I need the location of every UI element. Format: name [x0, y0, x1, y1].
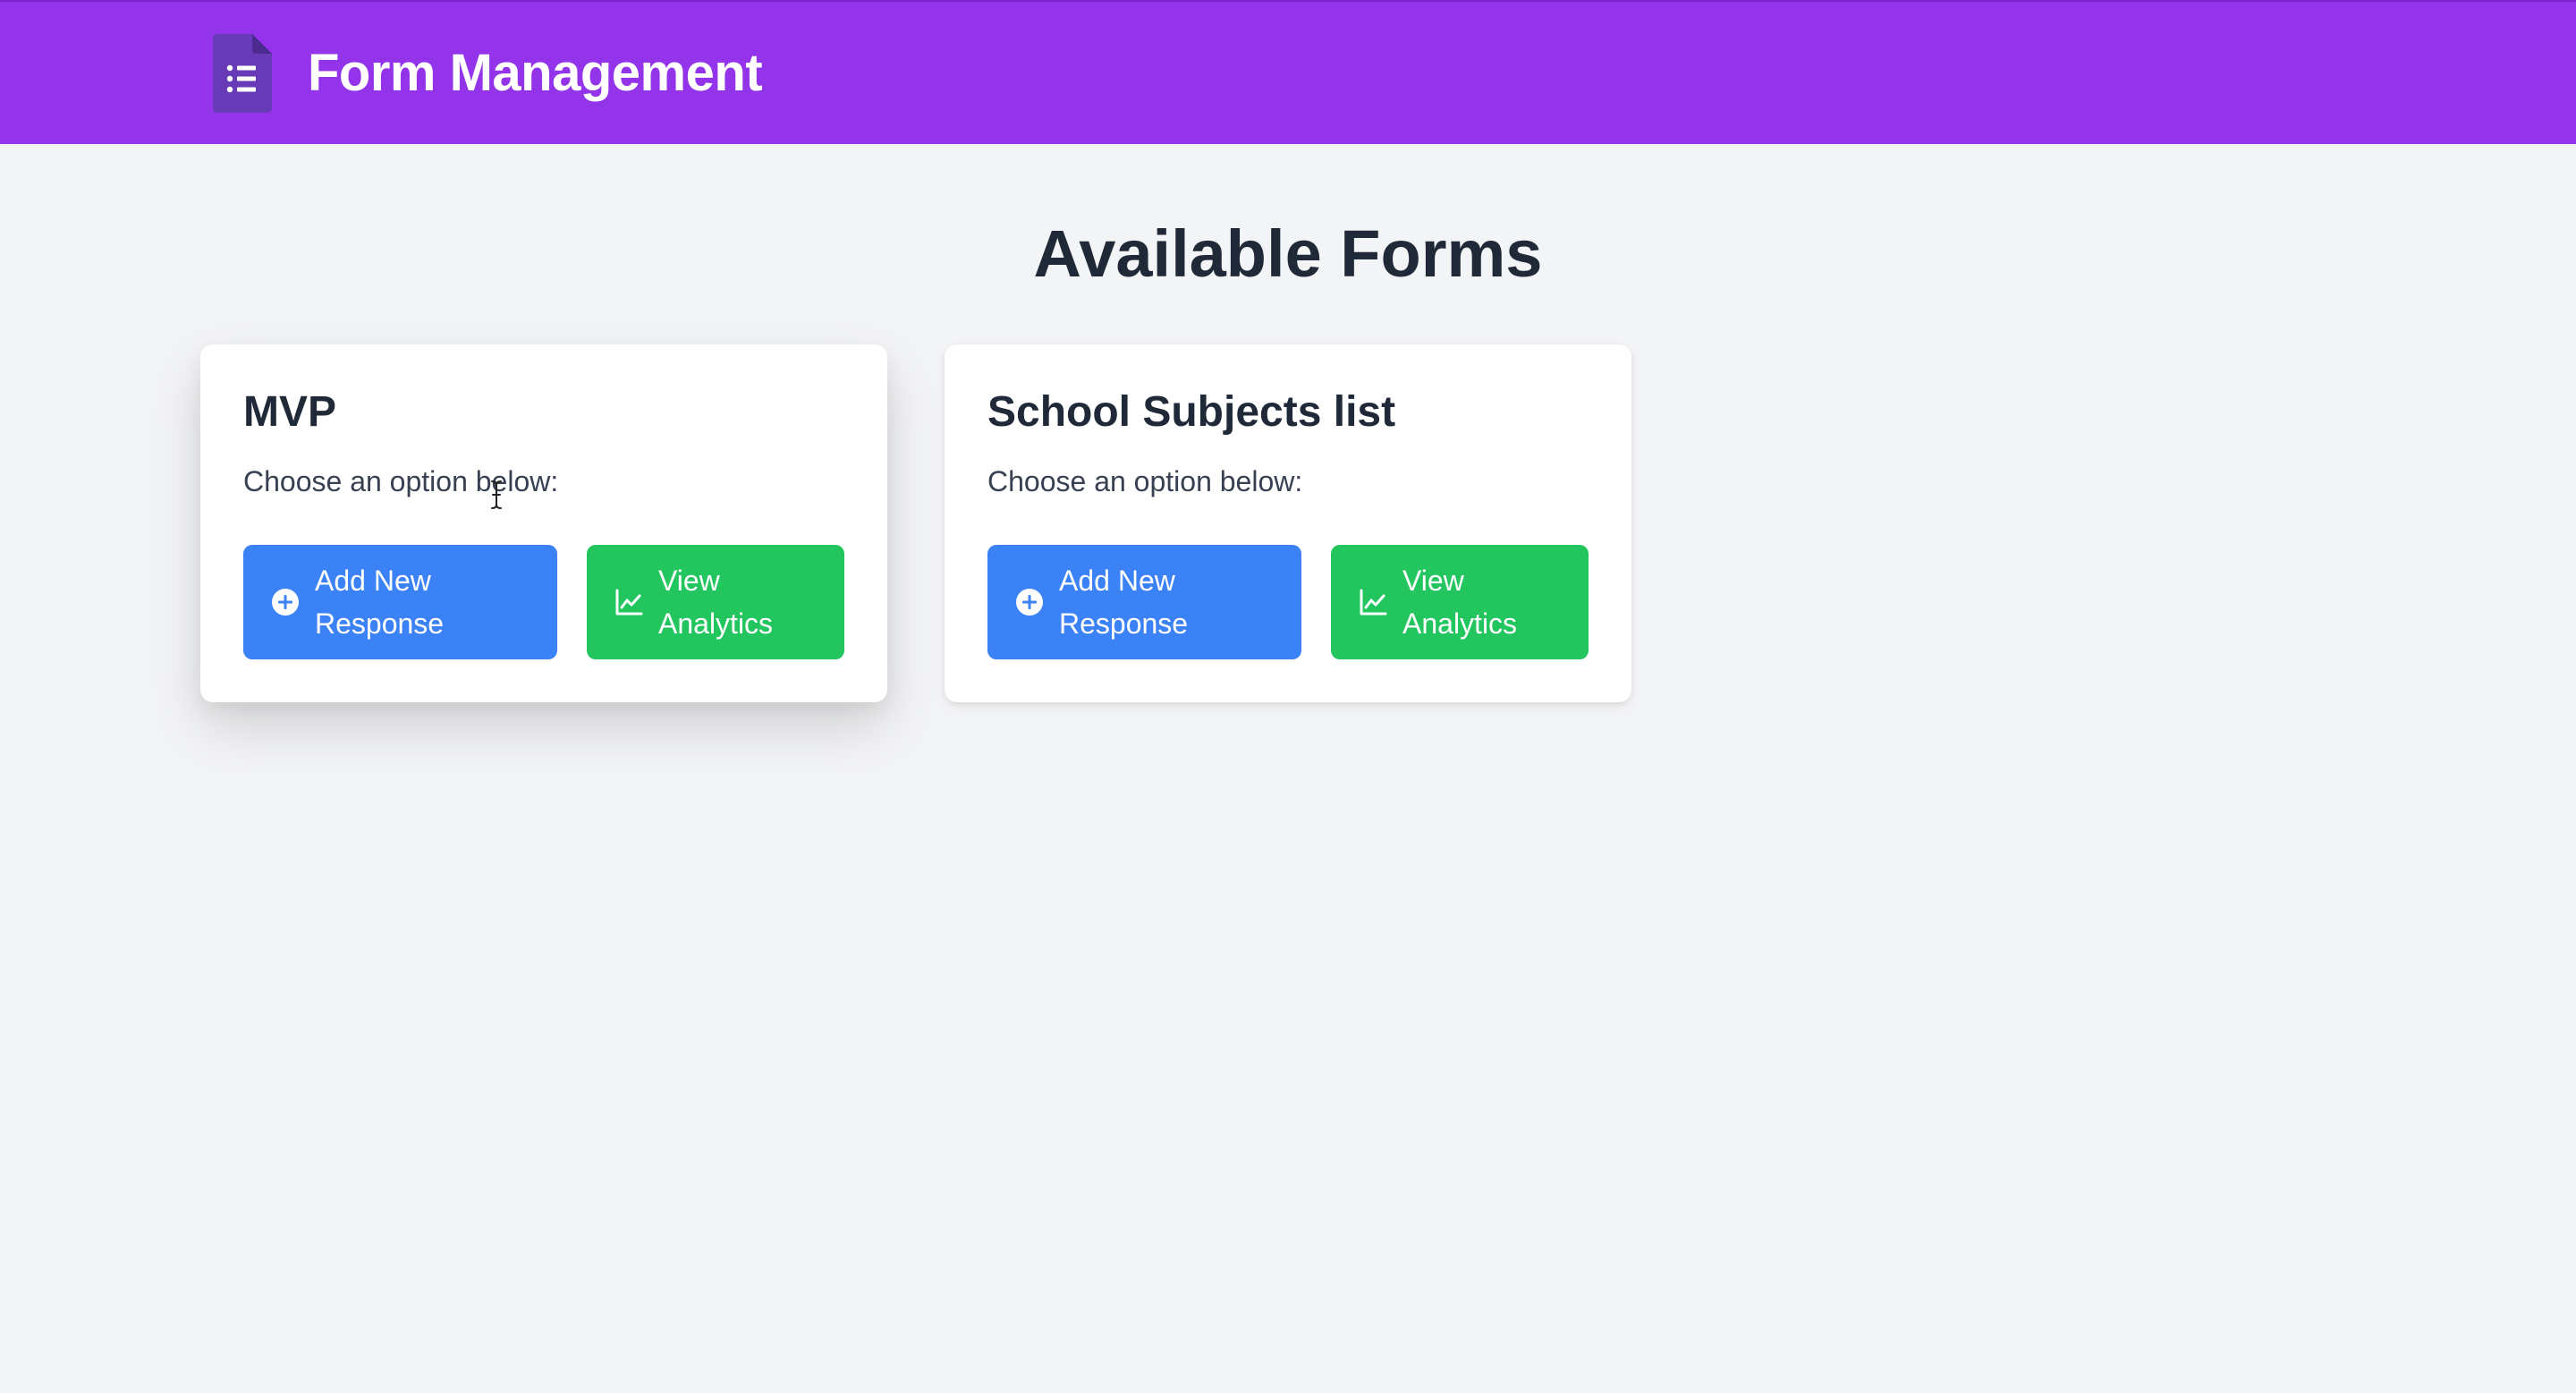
line-chart-icon	[1360, 589, 1387, 616]
google-forms-list-icon	[213, 34, 272, 113]
plus-circle-icon	[272, 589, 299, 616]
view-analytics-button[interactable]: View Analytics	[1331, 545, 1589, 659]
view-analytics-label: View Analytics	[1402, 565, 1518, 640]
line-chart-icon	[615, 589, 643, 616]
view-analytics-label: View Analytics	[658, 565, 774, 640]
form-card-mvp: MVP Choose an option below: Add New Resp…	[200, 344, 887, 702]
app-header: Form Management	[0, 0, 2576, 144]
form-card-title: School Subjects list	[987, 388, 1396, 436]
app-title: Form Management	[308, 44, 763, 102]
brand[interactable]: Form Management	[213, 34, 763, 113]
page-title: Available Forms	[1033, 217, 1543, 291]
form-card-subtitle: Choose an option below:	[243, 465, 559, 497]
add-new-response-button[interactable]: Add New Response	[987, 545, 1301, 659]
form-card-school-subjects: School Subjects list Choose an option be…	[945, 344, 1631, 702]
add-new-response-label: Add New Response	[1059, 565, 1189, 640]
plus-circle-icon	[1016, 589, 1043, 616]
text-cursor-icon	[491, 480, 502, 509]
form-card-title: MVP	[243, 388, 337, 436]
add-new-response-label: Add New Response	[315, 565, 445, 640]
add-new-response-button[interactable]: Add New Response	[243, 545, 557, 659]
view-analytics-button[interactable]: View Analytics	[587, 545, 844, 659]
form-card-subtitle: Choose an option below:	[987, 465, 1303, 497]
